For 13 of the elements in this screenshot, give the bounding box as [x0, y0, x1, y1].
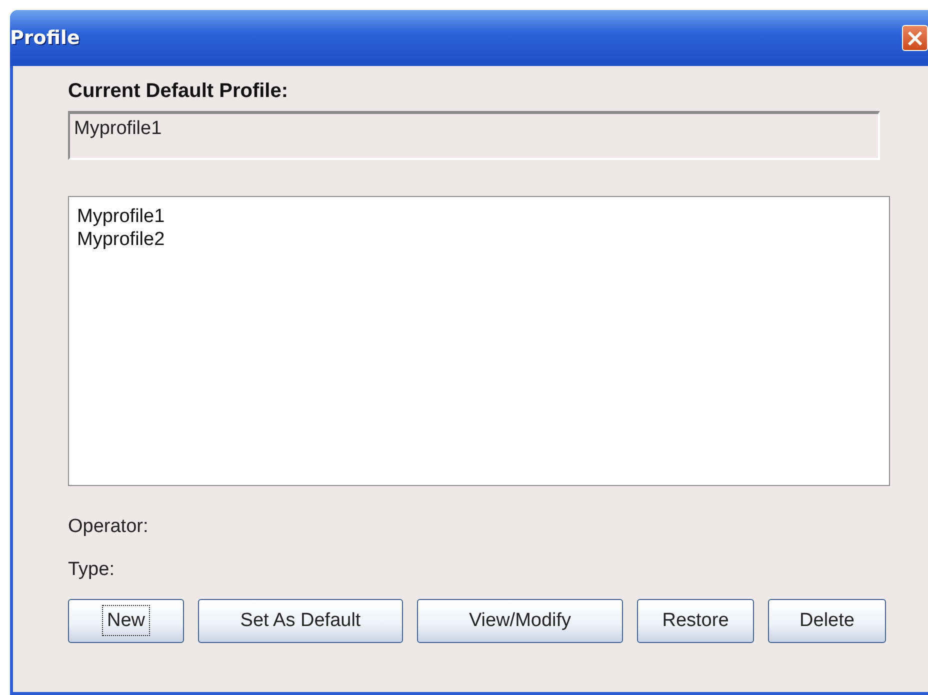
action-button[interactable]: View/Modify — [417, 599, 623, 643]
field-label: Current Default Profile: — [68, 80, 290, 103]
detail-label: Operator: — [68, 516, 150, 539]
action-button[interactable]: New — [68, 599, 184, 643]
close-button[interactable]: × — [902, 25, 928, 51]
action-button[interactable]: Delete — [768, 599, 886, 643]
action-button[interactable]: Set As Default — [198, 599, 403, 643]
profile-item[interactable]: Myprofile2 — [75, 228, 167, 251]
profile-item[interactable]: Myprofile1 — [75, 205, 167, 228]
action-button[interactable]: Restore — [637, 599, 754, 643]
default-profile-field: Myprofile1 — [68, 111, 880, 160]
window-title: Profile — [10, 27, 80, 49]
detail-label: Type: — [68, 559, 116, 582]
